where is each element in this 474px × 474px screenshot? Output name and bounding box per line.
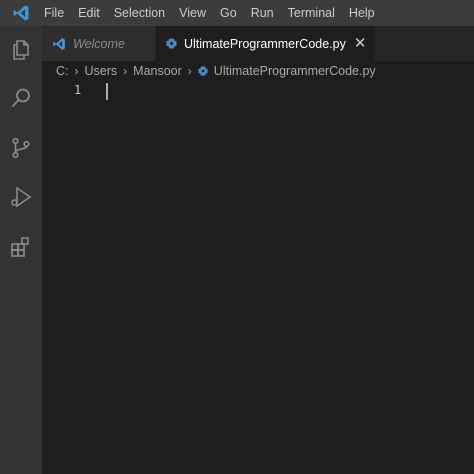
tab-welcome[interactable]: Welcome — [42, 26, 156, 61]
breadcrumb-users[interactable]: Users — [85, 64, 118, 78]
breadcrumb-mansoor[interactable]: Mansoor — [133, 64, 182, 78]
chevron-right-icon: › — [123, 64, 128, 78]
search-icon[interactable] — [7, 84, 35, 112]
menu-selection[interactable]: Selection — [107, 0, 172, 26]
text-cursor — [106, 83, 108, 100]
explorer-icon[interactable] — [7, 36, 35, 64]
python-file-icon — [166, 38, 177, 49]
code-editor[interactable]: 1 — [42, 81, 474, 474]
activity-bar — [0, 26, 42, 474]
menu-run[interactable]: Run — [244, 0, 281, 26]
tab-python-file[interactable]: UltimateProgrammerCode.py ✕ — [156, 26, 375, 61]
menu-edit[interactable]: Edit — [71, 0, 107, 26]
line-number: 1 — [74, 83, 82, 97]
tab-python-file-label: UltimateProgrammerCode.py — [184, 36, 346, 51]
chevron-right-icon: › — [187, 64, 192, 78]
menu-help[interactable]: Help — [342, 0, 382, 26]
menu-go[interactable]: Go — [213, 0, 244, 26]
editor-tab-bar: Welcome UltimateProgrammerCode.py ✕ — [42, 26, 474, 61]
source-control-icon[interactable] — [7, 134, 35, 162]
tab-welcome-label: Welcome — [73, 36, 125, 51]
menu-bar: File Edit Selection View Go Run Terminal… — [0, 0, 474, 26]
vscode-icon — [52, 37, 66, 51]
menu-file[interactable]: File — [42, 0, 71, 26]
menu-terminal[interactable]: Terminal — [281, 0, 342, 26]
vscode-logo-icon[interactable] — [0, 0, 42, 26]
breadcrumb-file[interactable]: UltimateProgrammerCode.py — [214, 64, 376, 78]
chevron-right-icon: › — [74, 64, 79, 78]
breadcrumb-drive[interactable]: C: — [56, 64, 69, 78]
run-debug-icon[interactable] — [7, 183, 35, 211]
vscode-window: File Edit Selection View Go Run Terminal… — [0, 0, 474, 474]
python-file-icon — [198, 66, 208, 76]
breadcrumb: C: › Users › Mansoor › UltimateProgramme… — [56, 61, 376, 81]
close-icon[interactable]: ✕ — [354, 36, 367, 51]
extensions-icon[interactable] — [7, 232, 35, 260]
menu-view[interactable]: View — [172, 0, 213, 26]
